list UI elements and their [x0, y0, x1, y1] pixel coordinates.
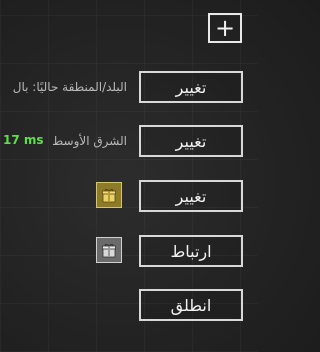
change-gift-button[interactable]: تغيير	[139, 180, 243, 212]
country-region-label: البلد/المنطقة حاليًا: بال	[12, 80, 127, 94]
gift-icon	[96, 237, 122, 263]
ping-value: 17 ms	[3, 133, 44, 147]
launch-button[interactable]: انطلق	[139, 289, 243, 321]
link-button[interactable]: ارتباط	[139, 235, 243, 267]
change-server-button[interactable]: تغيير	[139, 125, 243, 157]
server-region-label: الشرق الأوسط	[52, 134, 127, 148]
add-button[interactable]: +	[208, 13, 242, 43]
gift-icon	[96, 182, 122, 208]
change-country-button[interactable]: تغيير	[139, 71, 243, 103]
